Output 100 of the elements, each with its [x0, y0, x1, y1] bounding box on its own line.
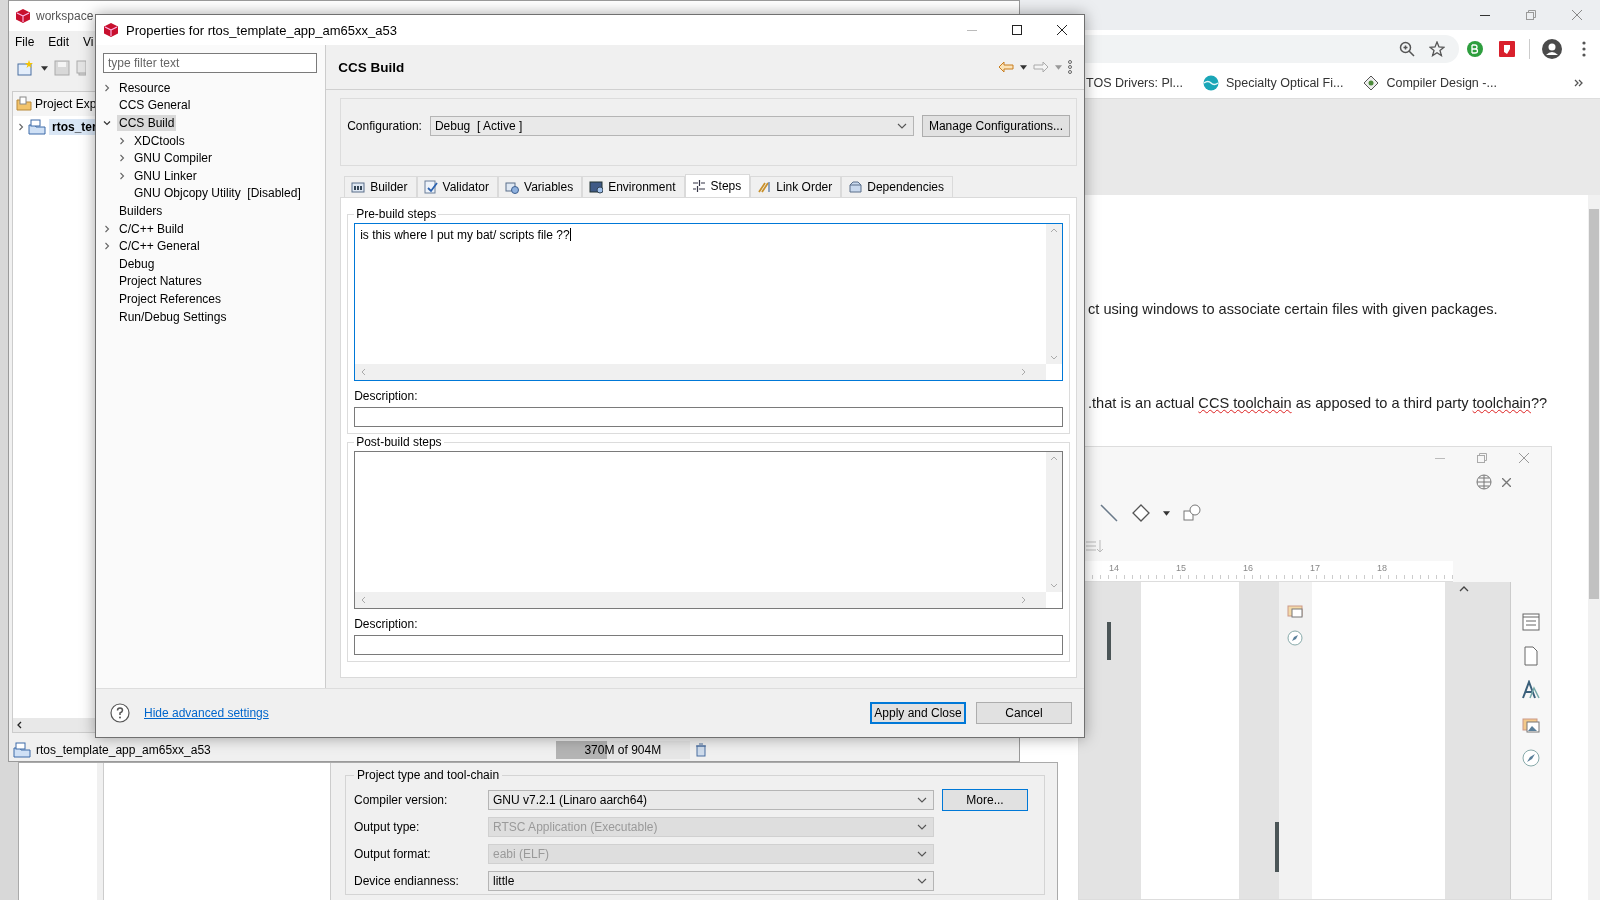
filter-field[interactable]: type filter text [103, 53, 317, 73]
menu-item[interactable]: File [15, 35, 35, 49]
sort-icon[interactable] [1085, 538, 1105, 554]
chevron-right-icon[interactable] [103, 83, 111, 92]
chevron-down-icon[interactable] [103, 119, 111, 127]
zoom-icon[interactable] [1399, 41, 1415, 57]
chevron-double-icon[interactable] [1574, 79, 1584, 87]
group-title: Project type and tool-chain [354, 768, 503, 782]
scroll-down-icon[interactable] [1050, 583, 1058, 588]
compass-icon[interactable] [1285, 628, 1306, 648]
chevron-right-icon[interactable] [103, 224, 111, 233]
dropdown[interactable]: little [488, 870, 934, 891]
scrollbar[interactable] [13, 718, 97, 732]
tree-item[interactable]: GNU Objcopy Utility [Disabled] [132, 185, 303, 202]
caret-icon[interactable] [41, 65, 48, 71]
tree-item[interactable]: XDCtools [132, 132, 187, 149]
styles-icon[interactable] [1521, 680, 1542, 700]
configuration-dropdown[interactable]: Debug [ Active ] [429, 116, 914, 136]
tab[interactable]: Link Order [750, 176, 842, 197]
link[interactable]: Hide advanced settings [144, 706, 269, 720]
compass-icon[interactable] [1521, 748, 1542, 768]
scrollbar[interactable] [1588, 195, 1600, 900]
menu-icon[interactable] [1582, 41, 1586, 57]
chevron-right-icon[interactable] [118, 136, 126, 145]
restore-icon[interactable] [1526, 10, 1536, 20]
tab[interactable]: Steps [684, 174, 751, 197]
ruler-label: 18 [1377, 563, 1387, 573]
scroll-down-icon[interactable] [1050, 355, 1058, 360]
restore-icon[interactable] [1477, 453, 1487, 463]
menu-item[interactable]: Vi [83, 35, 94, 49]
scrollbar[interactable] [1046, 452, 1062, 592]
tab[interactable]: Environment [582, 176, 685, 197]
back-arrow-icon[interactable] [998, 61, 1014, 73]
bookmark[interactable]: Compiler Design -... [1386, 76, 1497, 90]
tree-item[interactable]: GNU Compiler [132, 150, 214, 167]
more-icon[interactable] [1068, 60, 1072, 74]
steps-field[interactable]: is this where I put my bat/ scripts file ?? [354, 223, 1063, 381]
paragraph: ct using windows to associate certain files with given packages. [1088, 301, 1499, 317]
steps-field[interactable] [354, 451, 1063, 609]
more-button[interactable]: More... [942, 788, 1028, 811]
dropdown[interactable]: GNU v7.2.1 (Linaro aarch64) [488, 789, 934, 810]
bookmark[interactable]: TOS Drivers: Pl... [1086, 76, 1183, 90]
scrollbar[interactable] [355, 592, 1046, 608]
tree-item[interactable]: C/C++ General [117, 238, 202, 255]
field-label: Description: [354, 389, 419, 403]
bookmark[interactable]: Specialty Optical Fi... [1226, 76, 1344, 90]
star-icon[interactable] [1429, 41, 1445, 57]
tree-item[interactable]: Project References [117, 290, 224, 307]
scroll-left-icon[interactable] [16, 721, 22, 729]
tree-item[interactable]: rtos_ter [49, 119, 97, 135]
shapes-icon[interactable] [1182, 503, 1202, 523]
chevron-right-icon[interactable] [103, 242, 111, 251]
description-field[interactable] [354, 407, 1063, 427]
status-text: rtos_template_app_am65xx_a53 [36, 743, 211, 757]
manage-configurations-button[interactable]: Manage Configurations... [921, 115, 1070, 137]
tab[interactable]: Builder [344, 176, 417, 197]
scroll-up-icon[interactable] [1459, 586, 1470, 592]
help-icon[interactable] [110, 703, 130, 723]
ruler-label: 16 [1243, 563, 1253, 573]
dialog-button[interactable]: Cancel [976, 702, 1072, 724]
scrollbar[interactable] [355, 364, 1046, 380]
line-icon[interactable] [1099, 503, 1119, 523]
tree-item[interactable]: CCS Build [117, 115, 177, 131]
tree-item[interactable]: CCS General [117, 97, 193, 114]
scroll-right-icon[interactable] [1021, 596, 1026, 604]
tree-item[interactable]: Builders [117, 202, 165, 219]
steps-icon [691, 179, 706, 193]
field-label: Output type: [354, 819, 421, 834]
globe-icon[interactable] [1476, 474, 1492, 490]
description-field[interactable] [354, 635, 1063, 655]
tree-item[interactable]: Resource [117, 79, 173, 96]
properties-icon[interactable] [1521, 612, 1542, 632]
forward-arrow-icon[interactable] [1033, 61, 1049, 73]
trash-icon[interactable] [694, 743, 707, 757]
new-file-icon[interactable] [17, 60, 35, 76]
globe-icon [1203, 75, 1219, 91]
close-icon[interactable] [1056, 25, 1067, 35]
tree-item[interactable]: C/C++ Build [117, 220, 186, 237]
tab[interactable]: Validator [416, 176, 499, 197]
avatar-icon[interactable] [1542, 39, 1562, 59]
save-all-icon[interactable] [76, 60, 86, 76]
chevron-right-icon[interactable] [118, 171, 126, 180]
maximize-icon[interactable] [1011, 25, 1022, 35]
tree-item[interactable]: Run/Debug Settings [117, 308, 229, 325]
tree-item[interactable]: GNU Linker [132, 167, 199, 184]
diamond-icon[interactable] [1131, 503, 1151, 523]
caret-icon[interactable] [1163, 510, 1170, 516]
dialog-button[interactable]: Apply and Close [870, 702, 966, 724]
tab[interactable]: Variables [498, 176, 583, 197]
document-check-icon [423, 180, 438, 194]
scrollbar[interactable] [1046, 224, 1062, 364]
tree-item[interactable]: Project Natures [117, 273, 204, 290]
extension-icon[interactable] [1499, 41, 1515, 57]
scroll-right-icon[interactable] [1021, 368, 1026, 376]
extension-icon[interactable] [1467, 41, 1483, 57]
chevron-right-icon[interactable] [118, 154, 126, 163]
tree-item[interactable]: Debug [117, 255, 157, 272]
menu-item[interactable]: Edit [48, 35, 70, 49]
chevron-right-icon[interactable] [17, 123, 25, 131]
tab[interactable]: Dependencies [841, 176, 953, 197]
